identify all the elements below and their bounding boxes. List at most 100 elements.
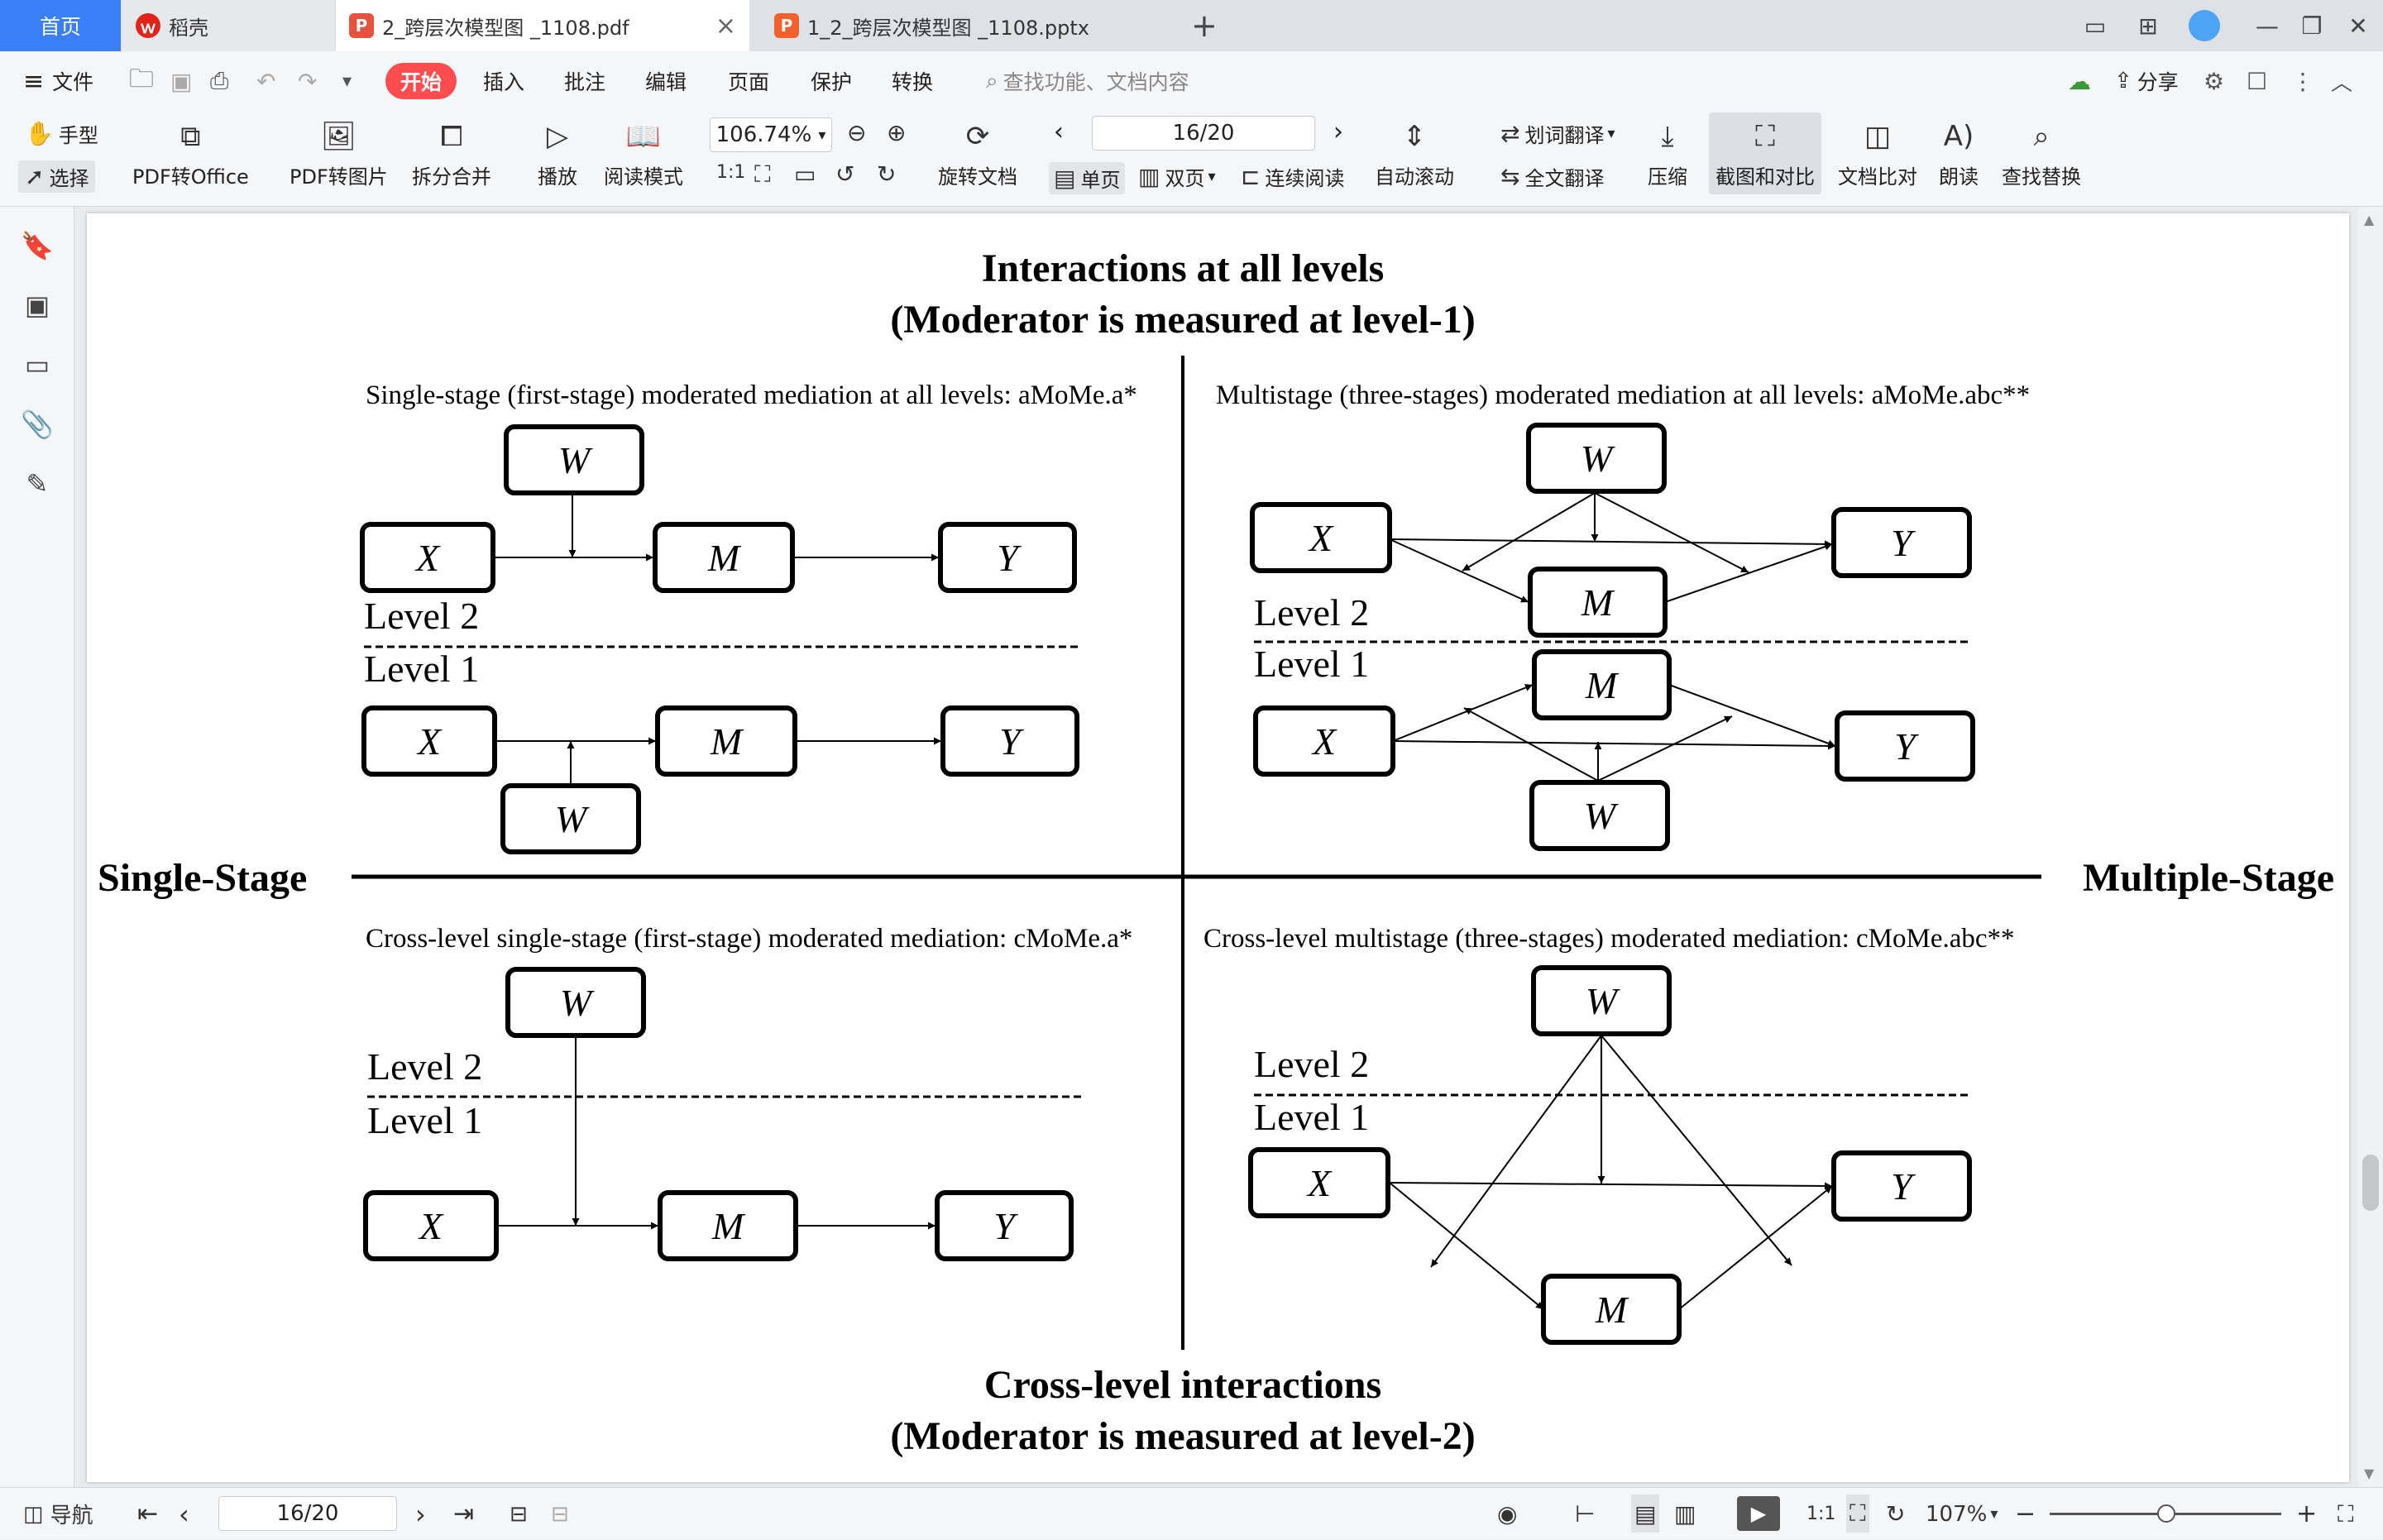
feedback-icon[interactable]: ☐	[2247, 63, 2267, 99]
continuous-read-button[interactable]: ⊏ 连续阅读	[1241, 162, 1344, 191]
menu-annotate[interactable]: 批注	[564, 63, 605, 99]
zoom-slider[interactable]	[2050, 1488, 2281, 1540]
close-tab-icon[interactable]: ×	[715, 12, 736, 41]
menu-protect[interactable]: 保护	[811, 63, 852, 99]
tab-pptx[interactable]: P 1_2_跨层次模型图 _1108.pptx	[761, 0, 1166, 51]
next-page-icon[interactable]: ›	[415, 1488, 426, 1540]
fit-width-button[interactable]: ▭	[794, 160, 821, 188]
compress-button[interactable]: ⤓ 压缩	[1648, 117, 1687, 189]
redo-icon[interactable]: ↷	[298, 63, 317, 99]
rotate-left-button[interactable]: ↺	[835, 160, 859, 188]
undo-icon[interactable]: ↶	[256, 63, 275, 99]
menu-convert[interactable]: 转换	[892, 63, 933, 99]
play-status-button[interactable]: ▶	[1737, 1496, 1780, 1531]
first-page-icon[interactable]: ⇤	[137, 1488, 158, 1540]
status-page-input[interactable]: 16/20	[218, 1496, 397, 1531]
find-replace-button[interactable]: ⌕ 查找替换	[2002, 117, 2081, 189]
tab-docer[interactable]: ｗ 稻壳	[122, 0, 334, 51]
page-count-icon[interactable]: ▭	[2074, 0, 2116, 51]
page-input[interactable]: 16/20	[1092, 116, 1315, 151]
menu-start[interactable]: 开始	[385, 63, 457, 99]
prev-page-icon[interactable]: ‹	[179, 1488, 189, 1540]
prev-page-button[interactable]: ‹	[1054, 117, 1064, 146]
back-icon[interactable]: ⊟	[510, 1488, 528, 1540]
zoom-select[interactable]: 106.74% ▾	[710, 117, 832, 152]
vertical-scrollbar[interactable]: ▲ ▼	[2358, 207, 2383, 1487]
zoom-out-button[interactable]: ⊖	[847, 119, 871, 146]
zoom-in-button[interactable]: ⊕	[887, 119, 911, 146]
doc-compare-button[interactable]: ◫ 文档比对	[1838, 117, 1917, 189]
double-page-button[interactable]: ▥ 双页 ▾	[1138, 162, 1216, 191]
comment-icon[interactable]: ▭	[18, 346, 56, 384]
read-aloud-button[interactable]: A) 朗读	[1939, 117, 1979, 189]
actual-size-button[interactable]: 1:1	[716, 162, 750, 183]
share-button[interactable]: ⇪ 分享	[2114, 63, 2179, 99]
q2-node-x-l2: X	[1250, 502, 1392, 573]
cloud-sync-icon[interactable]: ☁	[2068, 63, 2091, 99]
menu-edit[interactable]: 编辑	[645, 63, 687, 99]
scroll-up-icon[interactable]: ▲	[2364, 212, 2374, 227]
translate-full-button[interactable]: ⇆ 全文翻译	[1500, 162, 1604, 191]
bookmark-icon[interactable]: 🔖	[18, 227, 56, 265]
q4-arrow-w-b	[1601, 1035, 1792, 1266]
actual-size-status-icon[interactable]: 1:1	[1806, 1488, 1835, 1540]
more-icon[interactable]: ⋮	[2291, 63, 2314, 99]
last-page-icon[interactable]: ⇥	[453, 1488, 474, 1540]
q3-node-w-label: W	[560, 982, 595, 1024]
eye-protection-icon[interactable]: ◉	[1497, 1488, 1517, 1540]
search-box[interactable]: ⌕ 查找功能、文档内容	[986, 63, 1189, 99]
close-window-icon[interactable]: ✕	[2338, 0, 2379, 51]
forward-icon[interactable]: ⊟	[551, 1488, 569, 1540]
restore-icon[interactable]: ❐	[2291, 0, 2333, 51]
avatar[interactable]	[2184, 0, 2225, 51]
attachment-icon[interactable]: 📎	[18, 405, 56, 443]
pdf-to-office-button[interactable]: ⧉ PDF转Office	[132, 117, 249, 189]
translate-words-button[interactable]: ⇄ 划词翻译 ▾	[1500, 119, 1615, 148]
zoom-slider-handle[interactable]	[2157, 1504, 2175, 1523]
select-tool[interactable]: ➚ 选择	[18, 160, 96, 193]
zoom-out-status-icon[interactable]: −	[2015, 1488, 2036, 1540]
signature-icon[interactable]: ✎	[18, 465, 56, 503]
scroll-down-icon[interactable]: ▼	[2364, 1466, 2374, 1481]
menu-insert[interactable]: 插入	[483, 63, 524, 99]
open-folder-icon[interactable]: 🗀	[129, 63, 154, 99]
thumbnail-icon[interactable]: ▣	[18, 286, 56, 324]
hand-tool[interactable]: ✋ 手型	[25, 119, 98, 148]
collapse-ribbon-icon[interactable]: ︿	[2331, 63, 2352, 99]
q1-node-y-l2: Y	[938, 522, 1077, 593]
rotate-status-icon[interactable]: ↻	[1886, 1488, 1905, 1540]
pdf-to-image-button[interactable]: 🖼 PDF转图片	[290, 117, 388, 189]
file-menu[interactable]: ≡ 文件	[23, 63, 93, 99]
settings-gear-icon[interactable]: ⚙	[2204, 63, 2224, 99]
navigation-button[interactable]: ◫ 导航	[23, 1488, 93, 1540]
zoom-in-status-icon[interactable]: +	[2296, 1488, 2317, 1540]
fit-page-status-icon[interactable]: ⛶	[1846, 1495, 1869, 1533]
rotate-document-button[interactable]: ⟳ 旋转文档	[938, 117, 1017, 189]
play-button[interactable]: ▷ 播放	[538, 117, 577, 189]
save-icon[interactable]: ▣	[170, 63, 192, 99]
auto-scroll-button[interactable]: ⇕ 自动滚动	[1375, 117, 1454, 189]
single-page-status-icon[interactable]: ▤	[1631, 1495, 1660, 1533]
menu-page[interactable]: 页面	[728, 63, 769, 99]
fullscreen-icon[interactable]: ⛶	[2338, 1488, 2354, 1540]
grid-view-icon[interactable]: ⊞	[2127, 0, 2169, 51]
document-viewer[interactable]: Interactions at all levels (Moderator is…	[74, 207, 2383, 1487]
rotate-right-button[interactable]: ↻	[877, 160, 901, 188]
read-mode-button[interactable]: 📖 阅读模式	[604, 117, 683, 189]
fit-width-status-icon[interactable]: ⊢	[1575, 1488, 1595, 1540]
minimize-icon[interactable]: —	[2247, 0, 2288, 51]
double-page-status-icon[interactable]: ▥	[1674, 1488, 1696, 1540]
new-tab-button[interactable]: +	[1178, 0, 1227, 51]
zoom-status[interactable]: 107% ▾	[1926, 1488, 1998, 1540]
q2-node-w-l2: W	[1526, 423, 1667, 494]
screenshot-compare-button[interactable]: ⛶ 截图和对比	[1709, 112, 1821, 194]
print-icon[interactable]: ⎙	[210, 63, 228, 99]
tab-pdf[interactable]: P 2_跨层次模型图 _1108.pdf ×	[336, 0, 749, 51]
quick-access-dropdown-icon[interactable]: ▾	[342, 63, 352, 99]
fit-page-button[interactable]: ⛶	[754, 160, 776, 189]
split-merge-button[interactable]: ⧠ 拆分合并	[412, 117, 491, 189]
single-page-button[interactable]: ▤ 单页	[1049, 162, 1126, 194]
tab-home[interactable]: 首页	[0, 0, 121, 51]
next-page-button[interactable]: ›	[1333, 117, 1343, 146]
scroll-thumb[interactable]	[2362, 1155, 2379, 1211]
